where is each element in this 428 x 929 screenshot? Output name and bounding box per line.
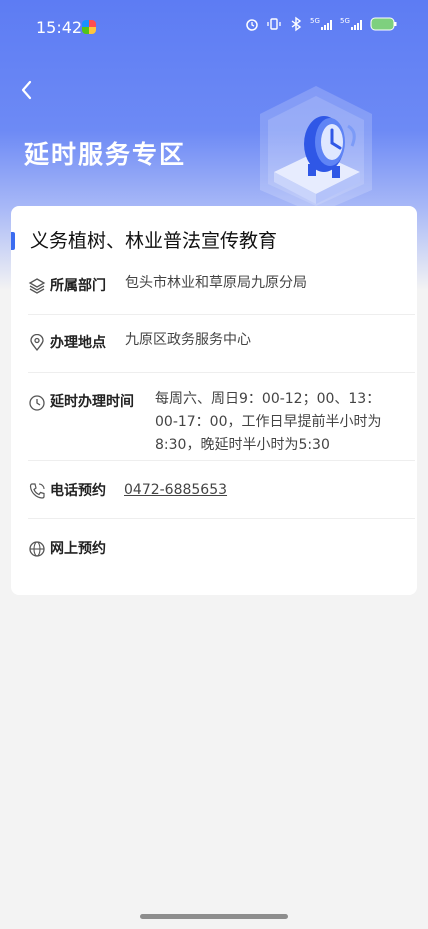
divider <box>28 372 415 373</box>
phone-link[interactable]: 0472-6885653 <box>124 480 227 501</box>
extended-hours-line-2: 00-17：00，工作日早提前半小时为 <box>155 414 382 430</box>
service-card: 义务植树、林业普法宣传教育 所属部门 包头市林业和草原局九原分局 办理地点 九原… <box>11 206 417 595</box>
divider <box>28 314 415 315</box>
extended-hours-row: 延时办理时间 每周六、周日9：00-12；00、13： 00-17：00，工作日… <box>28 391 400 457</box>
battery-icon <box>370 17 397 31</box>
clock-icon <box>29 395 45 411</box>
svg-text:5G: 5G <box>340 17 350 25</box>
department-value: 包头市林业和草原局九原分局 <box>125 275 307 291</box>
department-label: 所属部门 <box>50 278 106 294</box>
vibrate-icon <box>267 18 281 30</box>
page-title: 延时服务专区 <box>24 140 187 169</box>
globe-icon <box>29 541 45 557</box>
department-row: 所属部门 包头市林业和草原局九原分局 <box>28 275 400 297</box>
divider <box>28 518 415 519</box>
status-icons: 5G 5G <box>244 16 398 32</box>
extended-hours-label: 延时办理时间 <box>50 394 134 410</box>
app-notification-icon <box>82 20 96 34</box>
location-label: 办理地点 <box>50 335 106 351</box>
alarm-icon <box>246 19 258 31</box>
phone-label: 电话预约 <box>50 483 106 499</box>
status-time: 15:42 <box>36 18 83 37</box>
home-indicator[interactable] <box>140 914 288 919</box>
service-title: 义务植树、林业普法宣传教育 <box>30 230 278 252</box>
online-booking-label: 网上预约 <box>50 541 106 557</box>
clock-illustration-icon <box>260 86 372 214</box>
extended-hours-line-3: 8:30，晚延时半小时为5:30 <box>155 437 330 453</box>
svg-text:5G: 5G <box>310 17 320 25</box>
layers-icon <box>28 278 46 294</box>
phone-row: 电话预约 0472-6885653 <box>28 480 400 502</box>
divider <box>28 460 415 461</box>
title-accent-bar <box>11 232 15 250</box>
location-value: 九原区政务服务中心 <box>125 332 251 348</box>
location-row: 办理地点 九原区政务服务中心 <box>28 332 400 354</box>
phone-icon <box>29 483 45 499</box>
extended-hours-line-1: 每周六、周日9：00-12；00、13： <box>155 391 381 407</box>
bluetooth-icon <box>291 16 302 32</box>
status-bar: 15:42 5G 5G <box>0 0 428 56</box>
online-booking-row[interactable]: 网上预约 <box>28 538 400 560</box>
location-pin-icon <box>30 334 44 352</box>
signal-5g-icon: 5G <box>340 17 362 30</box>
signal-5g-icon: 5G <box>310 17 332 30</box>
back-button[interactable] <box>14 76 42 104</box>
